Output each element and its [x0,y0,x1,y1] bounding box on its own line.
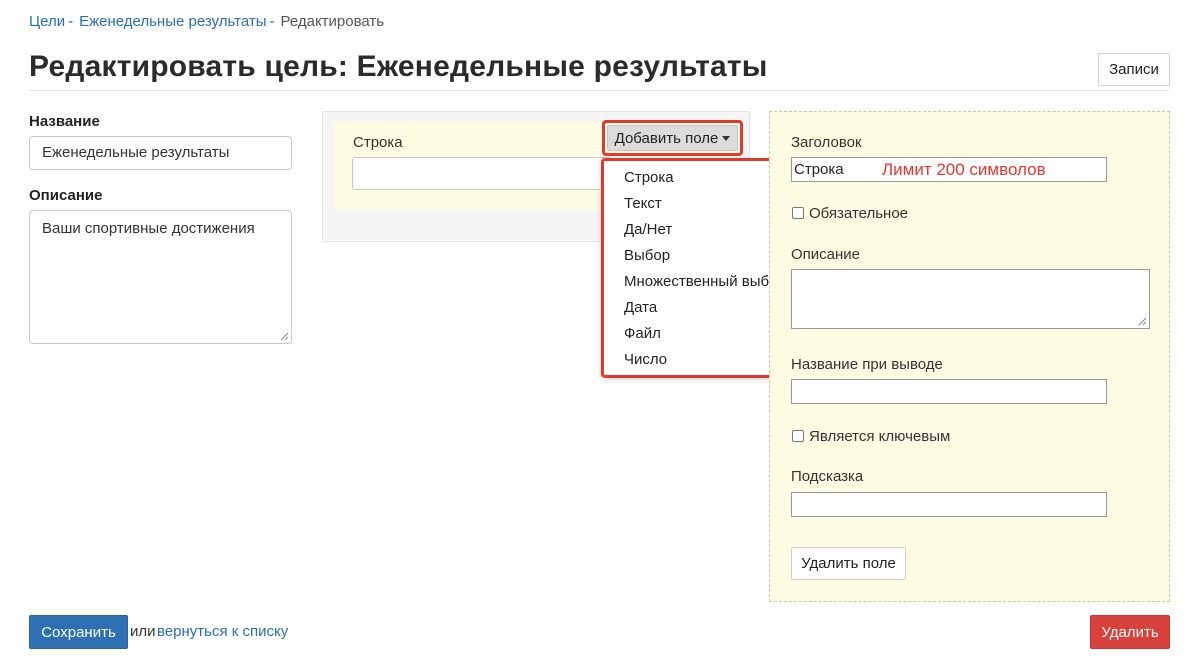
is-key-checkbox[interactable] [792,430,804,442]
is-key-label: Является ключевым [809,428,951,445]
title-divider [29,90,1170,91]
name-input[interactable]: Еженедельные результаты [29,136,292,170]
breadcrumb: Цели - Еженедельные результаты - Редактирова… [29,13,384,30]
description-textarea[interactable]: Ваши спортивные достижения [29,210,292,344]
field-description-textarea[interactable] [791,269,1150,329]
required-checkbox[interactable] [792,207,804,219]
breadcrumb-separator: - [269,13,275,30]
records-button[interactable]: Записи [1098,53,1170,86]
required-label: Обязательное [809,205,909,222]
field-description-label: Описание [791,246,861,263]
limit-annotation: Лимит 200 символов [882,160,1046,179]
hint-label: Подсказка [791,468,864,485]
field-title-label: Заголовок [791,134,862,151]
add-field-button-label: Добавить поле [614,129,719,147]
output-name-label: Название при выводе [791,356,943,373]
add-field-button[interactable]: Добавить поле [607,125,738,151]
caret-down-icon [722,136,731,142]
field-row-label: Строка [353,134,403,151]
add-field-highlight: Добавить поле [602,120,743,156]
description-label: Описание [29,187,103,204]
name-label: Название [29,113,100,130]
or-text: или [130,623,156,640]
breadcrumb-goals-link[interactable]: Цели [29,13,65,30]
resize-grip-icon[interactable] [1138,317,1147,326]
delete-field-button[interactable]: Удалить поле [791,547,906,580]
hint-input[interactable] [791,492,1107,517]
output-name-input[interactable] [791,379,1107,404]
description-text: Ваши спортивные достижения [42,220,255,237]
resize-grip-icon[interactable] [280,332,289,341]
back-to-list-link[interactable]: вернуться к списку [157,623,288,640]
breadcrumb-separator: - [68,13,74,30]
page-title: Редактировать цель: Еженедельные результ… [29,50,768,83]
breadcrumb-current: Редактировать [280,13,385,30]
delete-button[interactable]: Удалить [1090,615,1170,649]
field-row-preview-input[interactable] [352,157,612,190]
breadcrumb-goal-link[interactable]: Еженедельные результаты [79,13,266,30]
save-button[interactable]: Сохранить [29,615,128,649]
